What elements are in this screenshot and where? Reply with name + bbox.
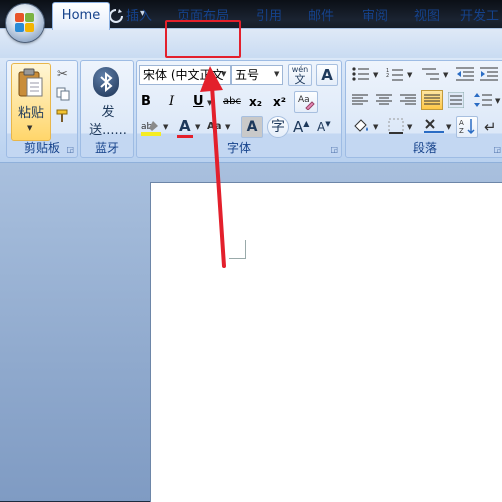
annotation-arrow (200, 66, 226, 268)
